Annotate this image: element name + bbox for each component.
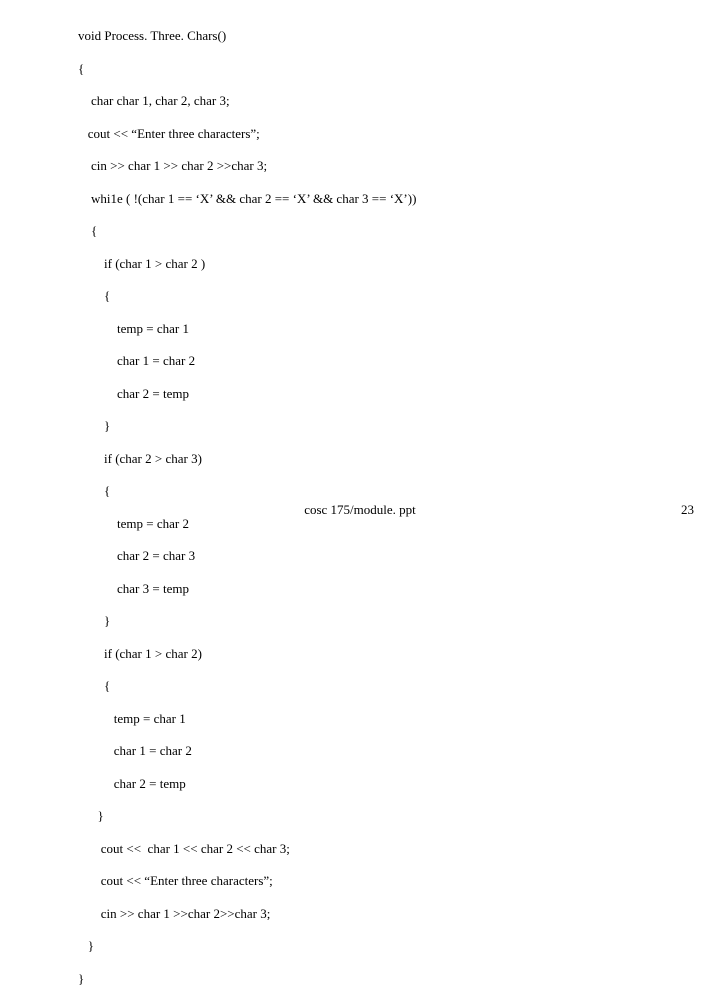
code-line: cout << char 1 << char 2 << char 3; (78, 841, 416, 857)
code-line: temp = char 2 (78, 516, 416, 532)
code-line: { (78, 288, 416, 304)
code-line: cin >> char 1 >> char 2 >>char 3; (78, 158, 416, 174)
code-line: } (78, 971, 416, 987)
code-line: { (78, 61, 416, 77)
code-line: if (char 1 > char 2) (78, 646, 416, 662)
code-line: char 3 = temp (78, 581, 416, 597)
code-line: char 2 = temp (78, 386, 416, 402)
code-line: void Process. Three. Chars() (78, 28, 416, 44)
code-line: cout << “Enter three characters”; (78, 126, 416, 142)
code-line: } (78, 613, 416, 629)
code-line: char 1 = char 2 (78, 743, 416, 759)
code-line: } (78, 938, 416, 954)
code-line: cout << “Enter three characters”; (78, 873, 416, 889)
code-line: char 2 = char 3 (78, 548, 416, 564)
code-line: { (78, 678, 416, 694)
code-line: cin >> char 1 >>char 2>>char 3; (78, 906, 416, 922)
code-line: char char 1, char 2, char 3; (78, 93, 416, 109)
code-line: char 1 = char 2 (78, 353, 416, 369)
code-line: } (78, 808, 416, 824)
code-line: if (char 1 > char 2 ) (78, 256, 416, 272)
code-line: char 2 = temp (78, 776, 416, 792)
code-line: if (char 2 > char 3) (78, 451, 416, 467)
code-line: temp = char 1 (78, 711, 416, 727)
page-number: 23 (681, 502, 694, 518)
footer-path: cosc 175/module. ppt (0, 502, 720, 518)
code-line: whi1e ( !(char 1 == ‘X’ && char 2 == ‘X’… (78, 191, 416, 207)
code-line: { (78, 483, 416, 499)
code-line: } (78, 418, 416, 434)
code-line: temp = char 1 (78, 321, 416, 337)
code-line: { (78, 223, 416, 239)
